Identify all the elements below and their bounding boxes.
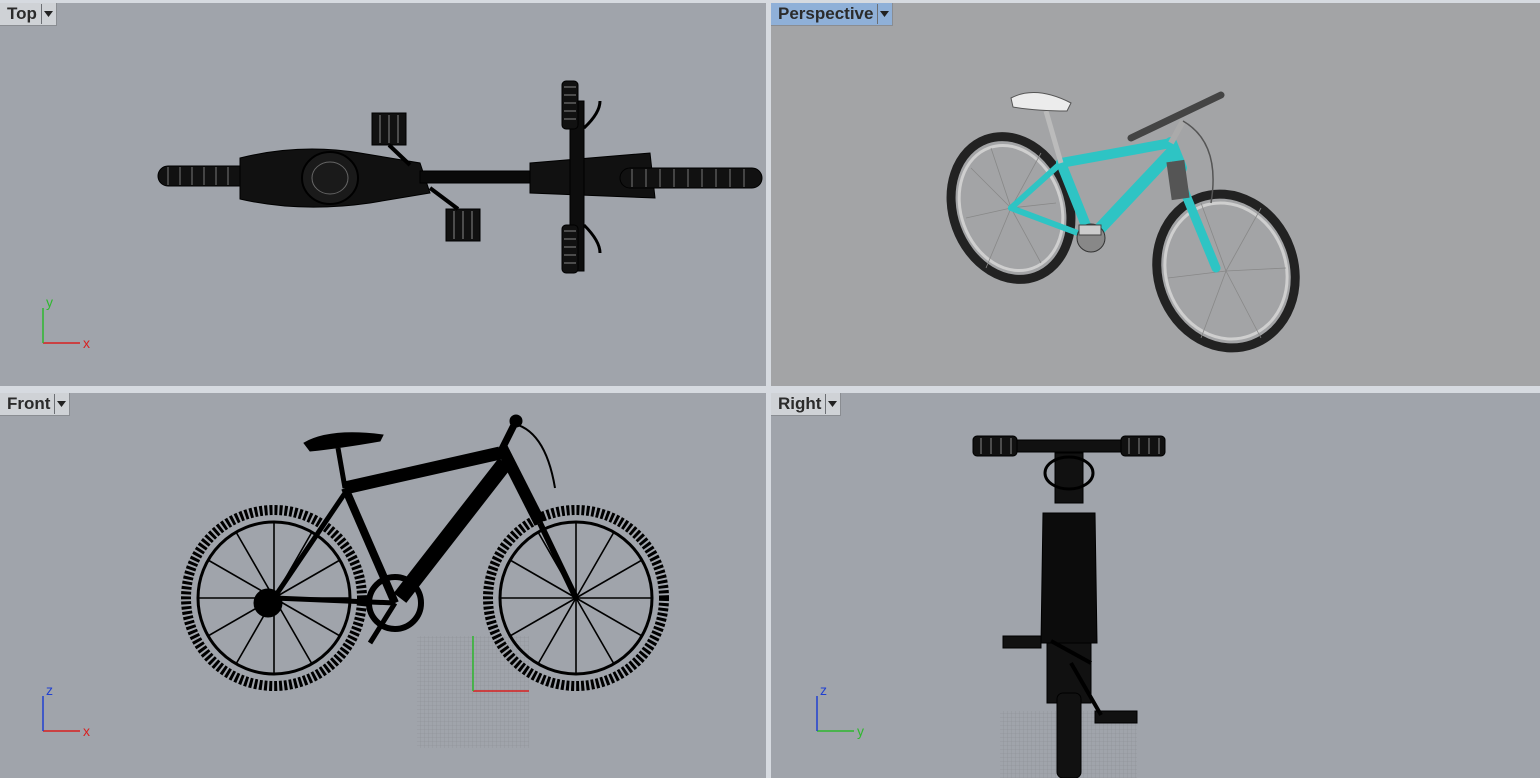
axis-y-label: y <box>857 723 864 739</box>
viewport-perspective[interactable]: Perspective <box>771 3 1540 386</box>
viewport-title: Top <box>7 4 37 23</box>
viewport-front[interactable]: Front x z <box>0 393 766 778</box>
axis-gizmo: x z <box>42 682 90 739</box>
viewport-tab-top[interactable]: Top <box>0 3 57 26</box>
viewport-top[interactable]: Top x y <box>0 3 766 386</box>
viewport-tab-right[interactable]: Right <box>771 393 842 416</box>
axis-z-label: z <box>46 682 53 698</box>
chevron-down-icon[interactable] <box>877 4 891 24</box>
axis-z-label: z <box>820 682 827 698</box>
chevron-down-icon[interactable] <box>54 394 68 414</box>
viewport-title: Perspective <box>778 4 874 23</box>
axis-x-label: x <box>83 335 90 351</box>
chevron-down-icon[interactable] <box>40 4 55 24</box>
chevron-down-icon[interactable] <box>825 394 839 414</box>
viewport-tab-perspective[interactable]: Perspective <box>771 3 894 26</box>
viewport-title: Front <box>7 394 51 413</box>
axis-gizmo: x y <box>42 294 90 351</box>
axis-gizmo: y z <box>816 682 864 739</box>
axis-y-label: y <box>46 294 53 310</box>
bicycle-perspective-render[interactable] <box>771 3 1540 386</box>
viewport-right[interactable]: Right y z <box>771 393 1540 778</box>
viewport-tab-front[interactable]: Front <box>0 393 71 416</box>
axis-x-label: x <box>83 723 90 739</box>
viewport-title: Right <box>778 394 822 413</box>
